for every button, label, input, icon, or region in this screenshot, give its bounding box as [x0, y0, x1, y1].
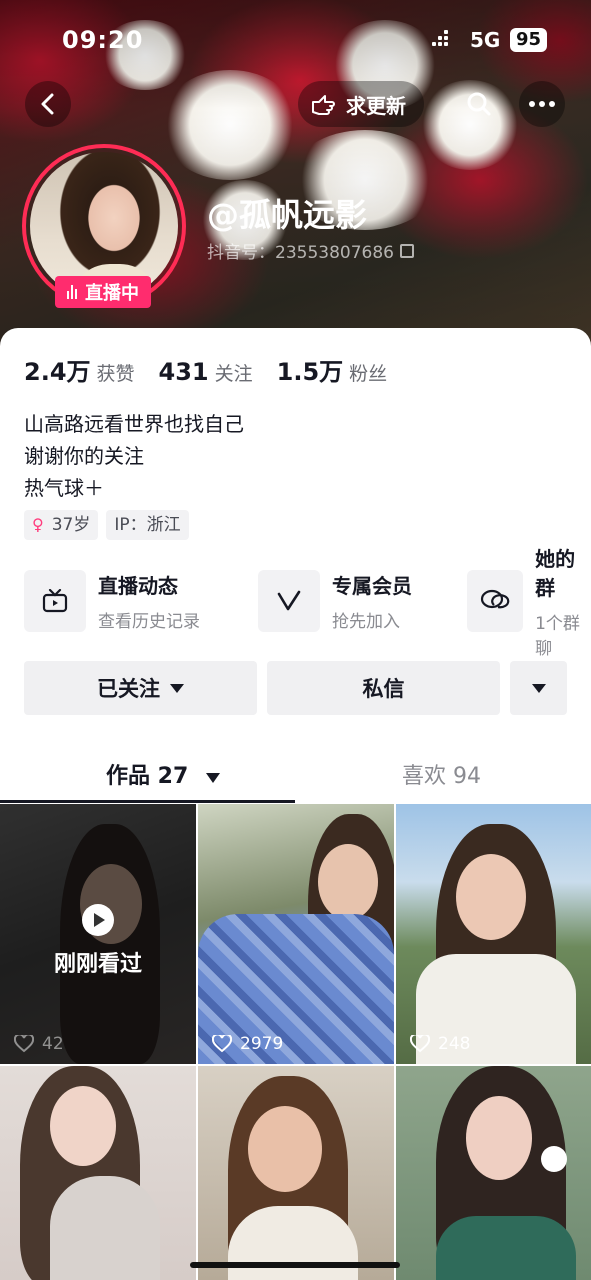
feature-live-history[interactable]: 直播动态 查看历史记录	[24, 570, 200, 632]
stats-row: 2.4万 获赞 431 关注 1.5万 粉丝	[24, 352, 411, 387]
request-update-button[interactable]: 求更新	[298, 81, 424, 127]
chat-bubbles-icon	[480, 589, 510, 609]
tab-indicator	[0, 800, 295, 803]
caret-down-icon	[205, 773, 220, 783]
feature-title: 她的群	[535, 547, 576, 600]
video-thumbnail[interactable]: 248	[396, 804, 591, 1064]
more-options-button[interactable]	[510, 661, 567, 715]
douyin-id-text: 抖音号：23553807686	[207, 243, 394, 263]
video-thumbnail[interactable]	[198, 1066, 394, 1280]
live-badge-label: 直播中	[85, 283, 139, 304]
tab-works-label: 作品 27	[106, 764, 189, 789]
content-tabs: 作品 27 喜欢 94	[0, 748, 591, 804]
home-indicator	[190, 1262, 400, 1268]
like-count-text: 248	[438, 1034, 471, 1054]
battery-level: 95	[510, 28, 548, 52]
stat-number: 431	[158, 358, 209, 386]
tv-icon	[42, 589, 68, 613]
followed-label: 已关注	[97, 677, 160, 701]
followed-button[interactable]: 已关注	[24, 661, 257, 715]
bio-line: 山高路远看世界也找自己	[24, 412, 244, 436]
network-type: 5G	[470, 28, 501, 52]
more-dots-icon	[529, 101, 555, 107]
profile-sheet: 2.4万 获赞 431 关注 1.5万 粉丝 山高路远看世界也找自己 谢谢你的关…	[0, 328, 591, 1280]
back-button[interactable]	[25, 81, 71, 127]
heart-icon	[410, 1035, 430, 1053]
douyin-id[interactable]: 抖音号：23553807686	[207, 238, 414, 263]
live-badge[interactable]: 直播中	[55, 276, 151, 308]
recently-viewed-label: 刚刚看过	[53, 952, 142, 977]
copy-icon	[399, 243, 414, 258]
stat-followers[interactable]: 1.5万 粉丝	[277, 352, 388, 387]
v-icon	[277, 590, 301, 611]
status-bar: 09:20 5G 95	[0, 22, 591, 58]
stat-label: 粉丝	[349, 363, 388, 385]
female-icon: ♀	[32, 515, 44, 534]
bio-line: 热气球＋	[24, 476, 104, 500]
nickname: @孤帆远影	[207, 196, 368, 234]
message-button[interactable]: 私信	[267, 661, 500, 715]
back-arrow-icon	[41, 93, 54, 115]
feature-membership[interactable]: 专属会员 抢先加入	[258, 570, 412, 632]
stat-likes[interactable]: 2.4万 获赞	[24, 352, 135, 387]
like-count: 248	[410, 1034, 470, 1054]
like-count: 42	[14, 1034, 64, 1054]
age-tag: ♀ 37岁	[24, 510, 99, 540]
search-icon	[467, 92, 491, 116]
like-count-text: 42	[42, 1034, 64, 1054]
feature-subtitle: 1个群聊	[535, 614, 580, 659]
thumb-point-icon	[312, 95, 335, 115]
tab-likes-label: 喜欢 94	[402, 764, 481, 789]
stat-number: 1.5万	[276, 358, 344, 386]
stat-number: 2.4万	[24, 358, 91, 386]
video-thumbnail[interactable]: 刚刚看过 42	[0, 804, 196, 1064]
recently-viewed-overlay: 刚刚看过	[0, 904, 196, 978]
stat-label: 获赞	[96, 363, 135, 385]
more-button[interactable]	[519, 81, 565, 127]
bio-line: 谢谢你的关注	[24, 444, 144, 468]
feature-subtitle: 查看历史记录	[98, 612, 200, 632]
heart-icon	[14, 1035, 34, 1053]
play-icon	[82, 904, 114, 936]
feature-title: 专属会员	[332, 574, 412, 598]
signal-icon	[432, 30, 454, 50]
like-count: 2979	[212, 1034, 283, 1054]
request-update-label: 求更新	[346, 93, 406, 118]
message-label: 私信	[362, 677, 405, 701]
video-thumbnail[interactable]: 2979	[198, 804, 394, 1064]
tab-works[interactable]: 作品 27	[106, 758, 220, 790]
search-button[interactable]	[456, 81, 502, 127]
stat-following[interactable]: 431 关注	[159, 358, 253, 386]
bio: 山高路远看世界也找自己 谢谢你的关注 热气球＋	[24, 408, 244, 504]
caret-down-icon	[531, 683, 546, 693]
video-thumbnail[interactable]	[396, 1066, 591, 1280]
like-count-text: 2979	[240, 1034, 284, 1054]
tab-likes[interactable]: 喜欢 94	[402, 758, 481, 790]
feature-title: 直播动态	[98, 574, 178, 598]
stat-label: 关注	[214, 363, 253, 385]
ip-label: IP：浙江	[114, 515, 181, 535]
ip-tag: IP：浙江	[106, 510, 189, 540]
caret-down-icon	[170, 683, 184, 693]
live-bars-icon	[67, 285, 79, 299]
heart-icon	[212, 1035, 232, 1053]
profile-tags: ♀ 37岁 IP：浙江	[24, 510, 197, 540]
feature-subtitle: 抢先加入	[332, 612, 400, 632]
status-time: 09:20	[62, 26, 144, 54]
feature-group-chat[interactable]: 她的群 1个群聊	[467, 547, 591, 659]
age-label: 37岁	[51, 515, 91, 535]
video-thumbnail[interactable]	[0, 1066, 196, 1280]
